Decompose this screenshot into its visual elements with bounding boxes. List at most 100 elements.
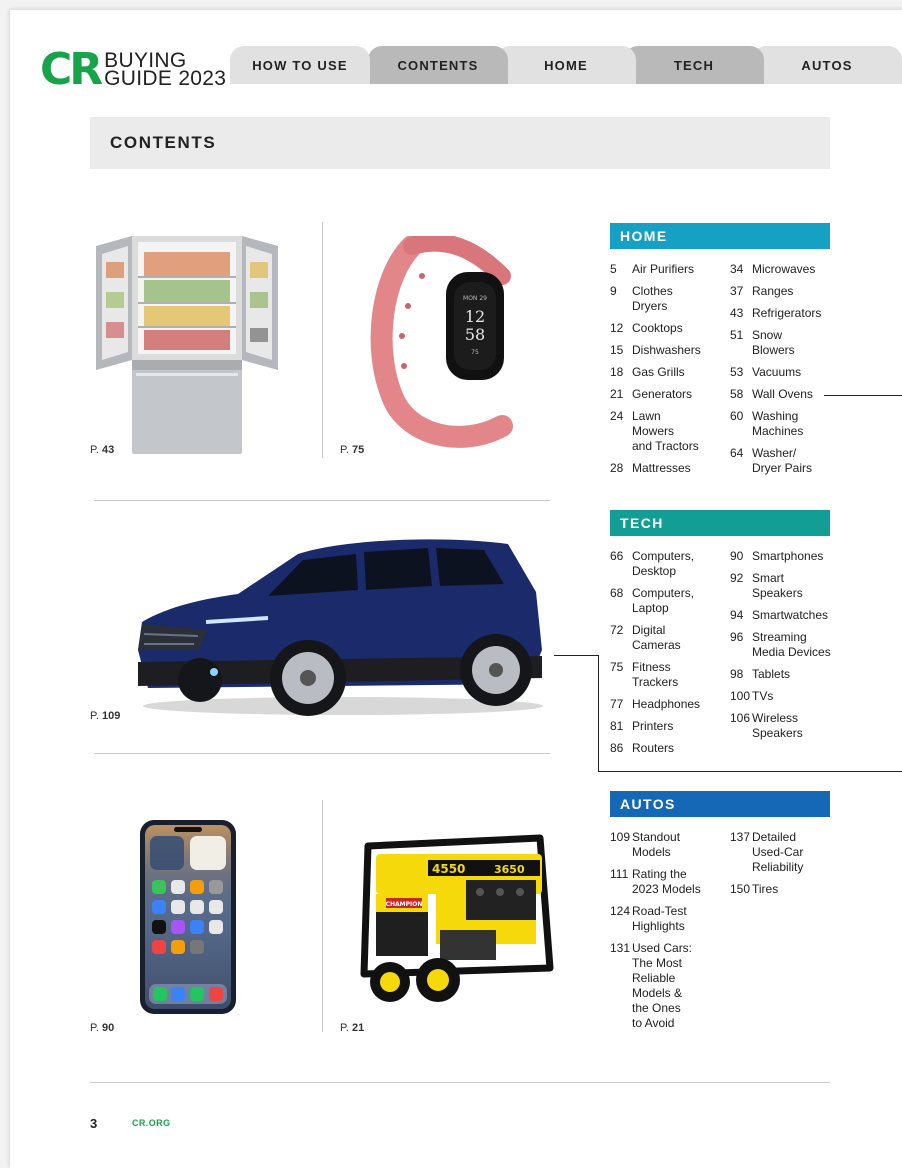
contents-entry[interactable]: 24 Lawn Mowers and Tractors — [610, 409, 730, 454]
tab-home[interactable]: HOME — [496, 46, 636, 84]
entry-page-number: 37 — [730, 284, 744, 298]
entry-label: Snow Blowers — [752, 328, 795, 357]
entry-label: Smart Speakers — [752, 571, 803, 600]
entry-label: Dishwashers — [632, 343, 701, 357]
section-header-tech[interactable]: TECH — [610, 510, 830, 536]
contents-entry[interactable]: 12 Cooktops — [610, 321, 730, 336]
contents-entry[interactable]: 68 Computers, Laptop — [610, 586, 730, 616]
contents-entry[interactable]: 5 Air Purifiers — [610, 262, 730, 277]
site-link[interactable]: CR.ORG — [132, 1118, 170, 1128]
entry-label: Rating the 2023 Models — [632, 867, 701, 896]
contents-entry[interactable]: 111 Rating the 2023 Models — [610, 867, 730, 897]
fitness-tracker-image[interactable]: MON 29 12 58 75 — [362, 236, 528, 450]
entry-label: Computers, Desktop — [632, 549, 695, 578]
entry-label: Tablets — [752, 667, 791, 681]
contents-entry[interactable]: 86 Routers — [610, 741, 730, 756]
entry-page-number: 34 — [730, 262, 744, 276]
caption-prefix: P. — [90, 1022, 103, 1034]
entry-label: Tires — [752, 882, 779, 896]
contents-entry[interactable]: 37 Ranges — [730, 284, 840, 299]
contents-entry[interactable]: 96 Streaming Media Devices — [730, 630, 850, 660]
tab-label: TECH — [673, 57, 715, 73]
entry-label: Clothes Dryers — [632, 284, 673, 313]
contents-entry[interactable]: 9 Clothes Dryers — [610, 284, 730, 314]
tab-autos[interactable]: AUTOS — [752, 46, 902, 84]
contents-entry[interactable]: 90 Smartphones — [730, 549, 850, 564]
generator-image[interactable]: 4550 3650 CHAMPION — [354, 832, 554, 1010]
contents-entry[interactable]: 109 Standout Models — [610, 830, 730, 860]
contents-entry[interactable]: 53 Vacuums — [730, 365, 840, 380]
tracker-time-hour: 12 — [465, 307, 485, 326]
tab-tech[interactable]: TECH — [624, 46, 764, 84]
contents-entry[interactable]: 131 Used Cars: The Most Reliable Models &… — [610, 941, 730, 1031]
entry-page-number: 5 — [610, 262, 617, 276]
entry-page-number: 58 — [730, 387, 744, 401]
entry-label: Smartphones — [752, 549, 824, 563]
entry-label: Refrigerators — [752, 306, 822, 320]
contents-entry[interactable]: 58 Wall Ovens — [730, 387, 840, 402]
tab-label: HOME — [544, 57, 588, 73]
entry-page-number: 137 — [730, 830, 751, 844]
section-header-home[interactable]: HOME — [610, 223, 830, 249]
entry-page-number: 72 — [610, 623, 624, 637]
contents-entry[interactable]: 81 Printers — [610, 719, 730, 734]
tab-label: CONTENTS — [397, 57, 479, 73]
contents-entry[interactable]: 72 Digital Cameras — [610, 623, 730, 653]
contents-entry[interactable]: 92 Smart Speakers — [730, 571, 850, 601]
entry-label: Headphones — [632, 697, 701, 711]
entry-page-number: 81 — [610, 719, 624, 733]
generator-starting-watts: 4550 — [432, 862, 465, 876]
entry-page-number: 92 — [730, 571, 744, 585]
entry-page-number: 18 — [610, 365, 624, 379]
page-number: 3 — [90, 1116, 98, 1131]
entry-label: Printers — [632, 719, 674, 733]
contents-entry[interactable]: 94 Smartwatches — [730, 608, 850, 623]
tab-contents[interactable]: CONTENTS — [368, 46, 508, 84]
autos-list-left: 109 Standout Models 111 Rating the 2023 Mod… — [610, 830, 730, 1038]
entry-label: Washing Machines — [752, 409, 804, 438]
suv-image[interactable] — [128, 532, 546, 718]
contents-entry[interactable]: 60 Washing Machines — [730, 409, 840, 439]
entry-page-number: 77 — [610, 697, 624, 711]
contents-entry[interactable]: 66 Computers, Desktop — [610, 549, 730, 579]
photo-caption-generator: P. 21 — [340, 1022, 364, 1034]
contents-entry[interactable]: 15 Dishwashers — [610, 343, 730, 358]
tech-list-right: 90 Smartphones 92 Smart Speakers 94 Smartwatc… — [730, 549, 850, 748]
contents-entry[interactable]: 100 TVs — [730, 689, 850, 704]
entry-label: Streaming Media Devices — [752, 630, 831, 659]
contents-entry[interactable]: 21 Generators — [610, 387, 730, 402]
entry-label: Digital Cameras — [632, 623, 681, 652]
section-header-autos[interactable]: AUTOS — [610, 791, 830, 817]
refrigerator-image[interactable] — [92, 232, 282, 456]
footer-divider — [90, 1082, 830, 1083]
contents-entry[interactable]: 28 Mattresses — [610, 461, 730, 476]
tab-how-to-use[interactable]: HOW TO USE — [230, 46, 370, 84]
contents-entry[interactable]: 98 Tablets — [730, 667, 850, 682]
caption-prefix: P. — [340, 444, 353, 456]
contents-entry[interactable]: 75 Fitness Trackers — [610, 660, 730, 690]
contents-entry[interactable]: 137 Detailed Used-Car Reliability — [730, 830, 840, 875]
entry-label: Wireless Speakers — [752, 711, 803, 740]
contents-entry[interactable]: 77 Headphones — [610, 697, 730, 712]
contents-entry[interactable]: 18 Gas Grills — [610, 365, 730, 380]
entry-page-number: 68 — [610, 586, 624, 600]
entry-page-number: 60 — [730, 409, 744, 423]
contents-entry[interactable]: 106 Wireless Speakers — [730, 711, 850, 741]
caption-page: 43 — [102, 444, 115, 456]
caption-prefix: P. — [340, 1022, 353, 1034]
entry-page-number: 43 — [730, 306, 744, 320]
generator-brand: CHAMPION — [386, 901, 423, 908]
contents-entry[interactable]: 124 Road-Test Highlights — [610, 904, 730, 934]
smartphone-image[interactable] — [138, 818, 238, 1016]
leader-line — [554, 655, 598, 656]
contents-entry[interactable]: 51 Snow Blowers — [730, 328, 840, 358]
contents-entry[interactable]: 150 Tires — [730, 882, 840, 897]
cr-buying-guide-logo[interactable]: CR BUYING GUIDE 2023 — [40, 48, 226, 92]
divider-vertical — [322, 800, 323, 1032]
contents-entry[interactable]: 34 Microwaves — [730, 262, 840, 277]
contents-entry[interactable]: 43 Refrigerators — [730, 306, 840, 321]
entry-page-number: 106 — [730, 711, 751, 725]
section-tabs: HOW TO USE CONTENTS HOME TECH AUTOS — [230, 46, 902, 84]
tab-label: AUTOS — [801, 57, 853, 73]
contents-entry[interactable]: 64 Washer/ Dryer Pairs — [730, 446, 840, 476]
